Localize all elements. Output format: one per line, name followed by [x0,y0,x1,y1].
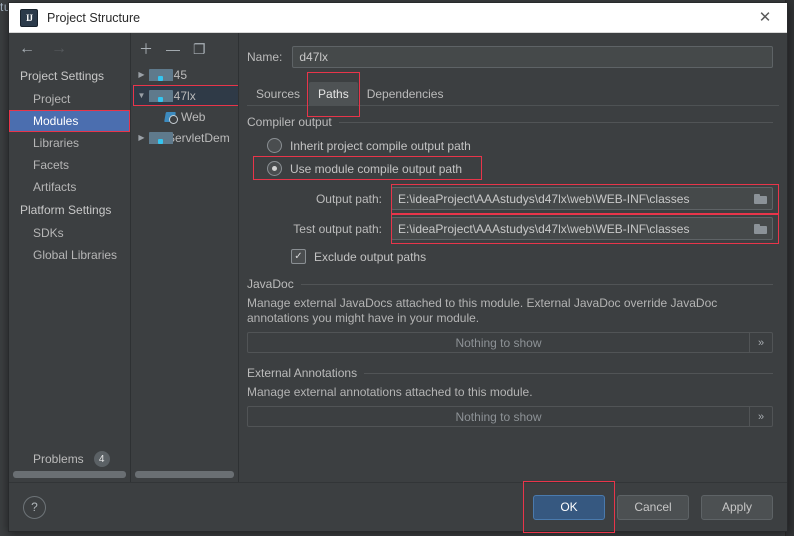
exclude-output-paths-checkbox[interactable]: ✓ Exclude output paths [291,249,773,264]
tree-item-servletdemo[interactable]: ▶ ServletDem [131,127,238,148]
section-title: JavaDoc [247,277,294,291]
radio-label: Inherit project compile output path [290,138,471,153]
sidebar-item-problems[interactable]: Problems 4 [9,447,130,471]
output-path-label: Output path: [315,191,382,206]
sidebar-item-libraries[interactable]: Libraries [9,132,130,154]
intellij-logo-icon: IJ [20,8,38,27]
copy-module-icon[interactable]: ❐ [193,42,206,56]
settings-navigation-panel: ← → Project Settings Project Modules Lib… [9,33,131,482]
section-divider [364,372,773,374]
forward-arrow-icon[interactable]: → [51,40,67,57]
section-divider [338,121,773,123]
chevron-down-icon[interactable]: ▼ [134,91,149,100]
dialog-action-buttons: OK Cancel Apply [523,480,773,533]
tab-paths[interactable]: Paths [307,72,360,117]
javadoc-section-header: JavaDoc [247,277,773,291]
output-path-browse-button[interactable] [748,188,772,209]
ok-button[interactable]: OK [533,494,605,520]
module-tree-horizontal-scrollbar[interactable] [135,471,234,478]
module-folder-icon [149,89,173,102]
settings-nav-horizontal-scrollbar[interactable] [13,471,126,478]
test-output-path-label: Test output path: [293,221,382,236]
compiler-output-section-header: Compiler output [247,115,773,129]
output-path-value: E:\ideaProject\AAAstudys\d47lx\web\WEB-I… [398,191,690,206]
add-module-icon[interactable]: ＋ [139,42,153,56]
javadoc-empty-text: Nothing to show [455,335,542,350]
project-structure-dialog: IJ Project Structure ✕ ← → Project Setti… [8,2,788,533]
nav-group-header-platform-settings: Platform Settings [20,203,112,217]
folder-icon [753,193,767,204]
chevron-right-icon[interactable]: ▶ [134,133,149,142]
javadoc-list[interactable]: Nothing to show » [247,332,773,353]
external-annotations-section: External Annotations Manage external ann… [247,366,773,427]
radio-label: Use module compile output path [290,161,463,176]
module-name-input[interactable] [292,46,773,68]
sidebar-item-modules[interactable]: Modules [9,110,130,132]
module-folder-icon [149,131,173,144]
tree-item-label: ServletDem [167,130,230,145]
module-name-row: Name: [239,33,787,68]
test-output-path-value: E:\ideaProject\AAAstudys\d47lx\web\WEB-I… [398,221,690,236]
radio-inherit-project-compile-output-path[interactable]: Inherit project compile output path [267,134,475,157]
radio-button-icon [267,138,282,153]
tab-sources[interactable]: Sources [247,82,309,105]
problems-label: Problems [33,452,84,466]
external-annotations-description: Manage external annotations attached to … [247,385,533,399]
test-output-path-field[interactable]: E:\ideaProject\AAAstudys\d47lx\web\WEB-I… [391,217,773,240]
tree-item-d47lx[interactable]: ▼ d47lx [131,85,238,106]
test-output-path-row: Test output path: E:\ideaProject\AAAstud… [247,214,779,244]
web-facet-icon [164,111,178,124]
section-title: Compiler output [247,115,332,129]
output-path-row: Output path: E:\ideaProject\AAAstudys\d4… [247,184,779,214]
sidebar-item-project[interactable]: Project [9,88,130,110]
dialog-footer: ? OK Cancel Apply [9,480,787,533]
external-annotations-list[interactable]: Nothing to show » [247,406,773,427]
help-icon[interactable]: ? [23,495,46,519]
chevron-right-icon[interactable]: ▶ [134,70,149,79]
external-annotations-empty-text: Nothing to show [455,409,542,424]
tree-item-d45[interactable]: ▶ d45 [131,64,238,85]
module-folder-icon [149,68,173,81]
javadoc-section: JavaDoc Manage external JavaDocs attache… [247,277,773,353]
radio-use-module-compile-output-path[interactable]: Use module compile output path [252,156,483,180]
module-tree-toolbar: ＋ — ❐ [131,33,238,64]
sidebar-item-facets[interactable]: Facets [9,154,130,176]
checkbox-checked-icon: ✓ [291,249,306,264]
module-settings-pane: Name: Sources Paths Dependencies Compile… [239,33,787,482]
tab-dependencies[interactable]: Dependencies [358,82,453,105]
ok-button-wrapper: OK [523,480,615,533]
cancel-button[interactable]: Cancel [617,494,689,520]
test-output-path-browse-button[interactable] [748,218,772,239]
dialog-title: Project Structure [47,10,141,25]
module-settings-tabs: Sources Paths Dependencies [239,72,787,117]
navigation-history-controls: ← → [9,33,130,64]
apply-button[interactable]: Apply [701,494,773,520]
module-tree-panel: ＋ — ❐ ▶ d45 ▼ d47lx Web ▶ ServletDem [131,33,239,482]
dialog-titlebar: IJ Project Structure ✕ [9,3,787,33]
section-divider [300,283,773,285]
dialog-body: ← → Project Settings Project Modules Lib… [9,33,787,482]
close-icon[interactable]: ✕ [743,3,787,31]
tree-item-web[interactable]: Web [131,106,238,127]
module-name-label: Name: [247,50,283,64]
problems-count-badge: 4 [93,451,110,467]
module-tree: ▶ d45 ▼ d47lx Web ▶ ServletDem [131,64,238,471]
sidebar-item-artifacts[interactable]: Artifacts [9,176,130,198]
paths-tab-content: Compiler output Inherit project compile … [239,106,787,482]
external-annotations-expand-icon[interactable]: » [749,407,772,426]
tree-item-label: Web [181,109,206,124]
radio-button-selected-icon [267,161,282,176]
sidebar-item-global-libraries[interactable]: Global Libraries [9,244,130,266]
nav-group-header-project-settings: Project Settings [20,69,105,83]
folder-icon [753,223,767,234]
section-title: External Annotations [247,366,358,380]
javadoc-description: Manage external JavaDocs attached to thi… [247,296,718,325]
back-arrow-icon[interactable]: ← [19,40,35,57]
sidebar-item-sdks[interactable]: SDKs [9,222,130,244]
remove-module-icon[interactable]: — [166,42,180,56]
output-path-field[interactable]: E:\ideaProject\AAAstudys\d47lx\web\WEB-I… [391,187,773,210]
checkbox-label: Exclude output paths [314,249,427,264]
javadoc-expand-icon[interactable]: » [749,333,772,352]
external-annotations-section-header: External Annotations [247,366,773,380]
